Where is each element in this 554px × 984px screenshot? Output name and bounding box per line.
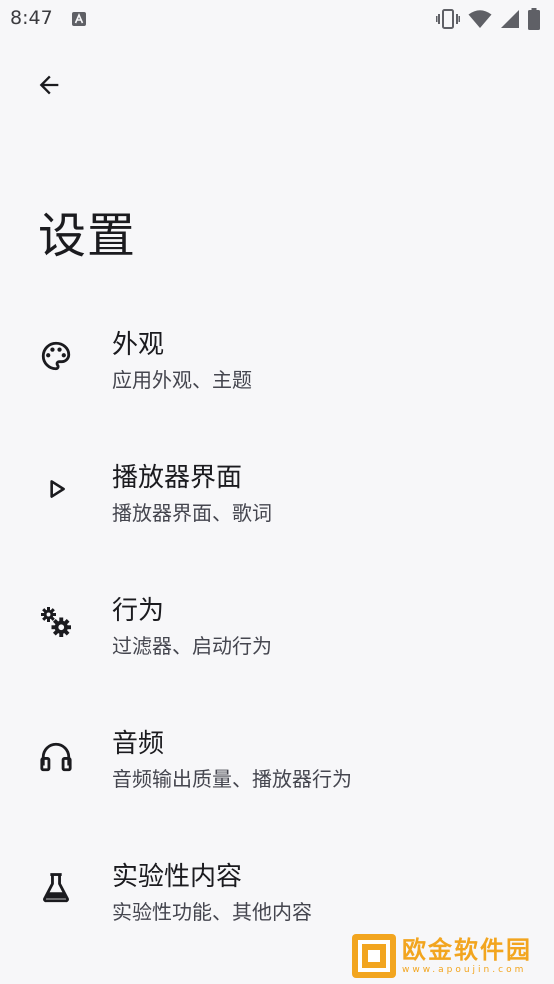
vibrate-icon	[436, 8, 460, 34]
item-summary: 播放器界面、歌词	[112, 501, 272, 525]
headphones-icon	[36, 737, 76, 777]
flask-icon	[36, 868, 76, 908]
watermark-text: 欧金软件园	[402, 936, 532, 964]
watermark: 欧金软件园 www.apoujin.com	[352, 932, 548, 980]
status-time: 8:47	[10, 7, 53, 29]
cell-signal-icon	[500, 9, 520, 33]
text-notification-icon	[72, 11, 86, 26]
item-title: 外观	[112, 330, 165, 360]
gears-icon	[36, 602, 76, 642]
watermark-url: www.apoujin.com	[402, 965, 527, 975]
item-title: 音频	[112, 729, 165, 759]
status-bar: 8:47	[0, 0, 554, 38]
wifi-icon	[468, 9, 492, 33]
item-title: 实验性内容	[112, 862, 243, 892]
item-summary: 应用外观、主题	[112, 368, 252, 392]
battery-icon	[528, 8, 540, 34]
palette-icon	[36, 336, 76, 376]
status-icons	[436, 8, 540, 34]
item-summary: 实验性功能、其他内容	[112, 900, 312, 924]
item-title: 播放器界面	[112, 463, 243, 493]
item-title: 行为	[112, 596, 165, 626]
item-summary: 音频输出质量、播放器行为	[112, 767, 352, 791]
arrow-back-icon	[35, 71, 63, 103]
settings-item-player-ui[interactable]: 播放器界面 播放器界面、歌词	[0, 423, 554, 556]
settings-item-appearance[interactable]: 外观 应用外观、主题	[0, 290, 554, 423]
settings-item-audio[interactable]: 音频 音频输出质量、播放器行为	[0, 689, 554, 822]
watermark-logo-icon	[352, 934, 396, 978]
play-icon	[36, 469, 76, 509]
settings-item-behavior[interactable]: 行为 过滤器、启动行为	[0, 556, 554, 689]
page-title: 设置	[38, 208, 137, 264]
item-summary: 过滤器、启动行为	[112, 634, 272, 658]
back-button[interactable]	[28, 66, 70, 108]
